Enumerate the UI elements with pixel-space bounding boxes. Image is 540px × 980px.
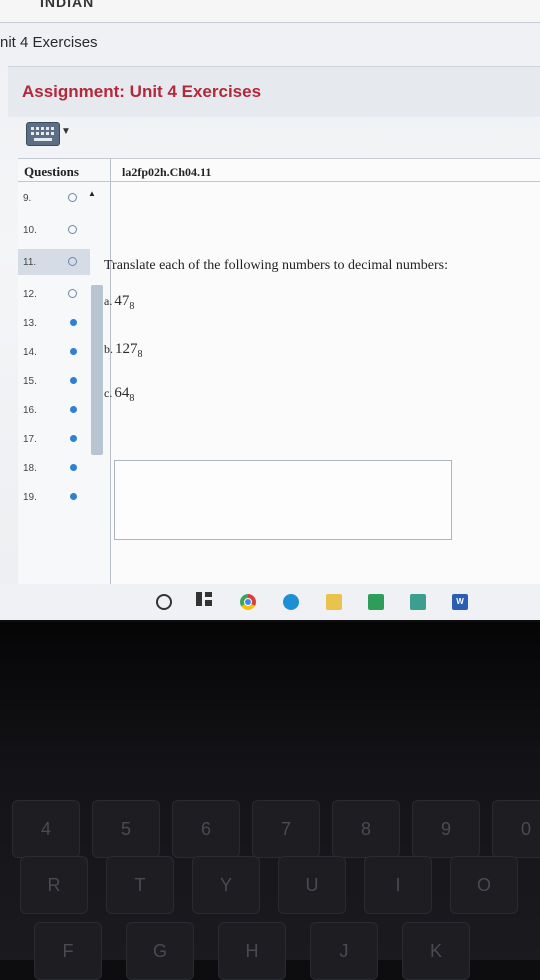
file-explorer-icon[interactable] (326, 594, 342, 610)
question-item[interactable]: 13. (18, 310, 90, 336)
part-a: a. 478 (104, 293, 135, 313)
scrollbar-thumb[interactable] (91, 285, 103, 455)
keyboard-key: F (34, 922, 102, 980)
part-c: c. 648 (104, 385, 135, 405)
question-number: 14. (23, 347, 37, 358)
unanswered-circle-icon (68, 225, 77, 234)
task-view-icon[interactable] (196, 592, 212, 606)
keyboard-key: K (402, 922, 470, 980)
brand-text: INDIAN (40, 0, 95, 10)
question-item[interactable]: 17. (18, 426, 90, 452)
keyboard-key: 9 (412, 800, 480, 858)
keyboard-key: 4 (12, 800, 80, 858)
question-number: 13. (23, 318, 37, 329)
question-id: la2fp02h.Ch04.11 (122, 165, 212, 179)
keyboard-key: G (126, 922, 194, 980)
question-item[interactable]: 14. (18, 339, 90, 365)
question-number: 15. (23, 376, 37, 387)
keyboard-key: 7 (252, 800, 320, 858)
chrome-icon[interactable] (240, 594, 256, 610)
keyboard-key: O (450, 856, 518, 914)
keyboard-key: Y (192, 856, 260, 914)
answered-dot-icon (70, 406, 77, 413)
store-icon[interactable] (368, 594, 384, 610)
top-strip: INDIAN (0, 0, 540, 23)
screen: INDIAN nit 4 Exercises Assignment: Unit … (0, 0, 540, 620)
question-number: 18. (23, 463, 37, 474)
keyboard-key: J (310, 922, 378, 980)
keyboard-key: 5 (92, 800, 160, 858)
keyboard-key: H (218, 922, 286, 980)
keyboard-key: I (364, 856, 432, 914)
unanswered-circle-icon (68, 193, 77, 202)
answered-dot-icon (70, 493, 77, 500)
keyboard-menu-button[interactable]: ▼ (26, 120, 74, 148)
question-number: 19. (23, 492, 37, 503)
keyboard-key: R (20, 856, 88, 914)
question-item[interactable]: 19. (18, 484, 90, 510)
word-icon[interactable]: W (452, 594, 468, 610)
question-item[interactable]: 16. (18, 397, 90, 423)
answered-dot-icon (70, 464, 77, 471)
question-item[interactable]: 15. (18, 368, 90, 394)
keyboard-key: U (278, 856, 346, 914)
edge-icon[interactable] (283, 594, 299, 610)
keyboard-icon (26, 122, 60, 146)
breadcrumb[interactable]: nit 4 Exercises (0, 34, 98, 51)
question-header: la2fp02h.Ch04.11 (110, 159, 540, 182)
photos-icon[interactable] (410, 594, 426, 610)
question-number: 11. (23, 257, 37, 268)
keyboard-key: 6 (172, 800, 240, 858)
keyboard-key: 8 (332, 800, 400, 858)
question-item[interactable]: 11. (18, 249, 90, 275)
answer-input[interactable] (114, 460, 452, 540)
search-icon[interactable] (156, 594, 172, 610)
question-number: 17. (23, 434, 37, 445)
laptop-keyboard: 4567890 RTYUIO FGHJK (0, 622, 540, 980)
unanswered-circle-icon (68, 289, 77, 298)
keyboard-key: T (106, 856, 174, 914)
answered-dot-icon (70, 348, 77, 355)
question-number: 12. (23, 289, 37, 300)
question-number: 16. (23, 405, 37, 416)
question-number: 9. (23, 193, 32, 204)
part-b: b. 1278 (104, 341, 143, 361)
answered-dot-icon (70, 435, 77, 442)
caret-down-icon: ▼ (61, 126, 71, 137)
question-item[interactable]: 18. (18, 455, 90, 481)
question-item[interactable]: 9. (18, 185, 90, 211)
unanswered-circle-icon (68, 257, 77, 266)
answered-dot-icon (70, 319, 77, 326)
question-item[interactable]: 10. (18, 217, 90, 243)
scroll-up-icon[interactable]: ▲ (88, 189, 96, 198)
question-prompt: Translate each of the following numbers … (104, 258, 448, 273)
question-list: Questions 9. 10. 11. 12. 13. 14. 15. 16. 17. 18. 1… (18, 159, 111, 589)
page-title: Assignment: Unit 4 Exercises (22, 82, 262, 101)
question-item[interactable]: 12. (18, 281, 90, 307)
answered-dot-icon (70, 377, 77, 384)
assignment-header: Assignment: Unit 4 Exercises (8, 66, 540, 117)
questions-header: Questions (24, 164, 79, 179)
keyboard-key: 0 (492, 800, 540, 858)
question-number: 10. (23, 225, 37, 236)
